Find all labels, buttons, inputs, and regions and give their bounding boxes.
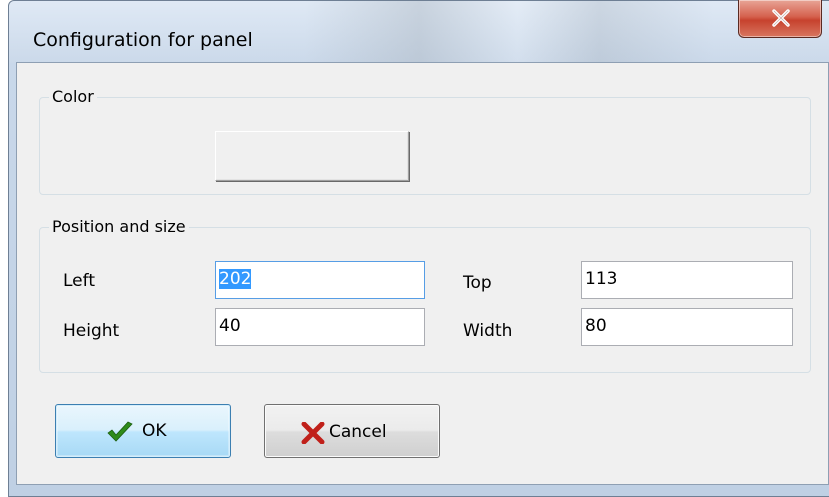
top-input-value: 113 [585, 269, 618, 289]
color-groupbox [39, 97, 811, 195]
top-input[interactable]: 113 [581, 261, 793, 299]
height-input[interactable]: 40 [215, 308, 425, 346]
checkmark-icon [107, 421, 133, 442]
red-x-icon [301, 422, 325, 444]
color-group-label: Color [49, 87, 97, 106]
position-size-groupbox [39, 227, 811, 373]
left-input-value: 202 [219, 269, 252, 289]
width-input[interactable]: 80 [581, 308, 793, 346]
background-edge [0, 0, 8, 497]
title-bar[interactable]: Configuration for panel [9, 1, 829, 63]
cancel-button-label: Cancel [329, 422, 387, 442]
window-title: Configuration for panel [33, 29, 253, 51]
color-swatch-button[interactable] [215, 131, 409, 181]
height-label: Height [63, 321, 120, 341]
close-x-icon [772, 9, 790, 27]
dialog-client-area: Color Position and size Left 202 Top 113… [16, 62, 829, 485]
dialog-window: Configuration for panel Color Position a… [0, 0, 829, 497]
top-label: Top [463, 273, 492, 293]
left-input[interactable]: 202 [215, 261, 425, 299]
close-button[interactable] [738, 0, 822, 38]
left-label: Left [63, 271, 95, 291]
position-size-group-label: Position and size [49, 217, 189, 236]
width-input-value: 80 [585, 316, 607, 336]
width-label: Width [463, 321, 513, 341]
ok-button[interactable]: OK [55, 404, 231, 458]
height-input-value: 40 [219, 316, 241, 336]
cancel-button[interactable]: Cancel [264, 404, 440, 458]
ok-button-label: OK [142, 421, 167, 441]
